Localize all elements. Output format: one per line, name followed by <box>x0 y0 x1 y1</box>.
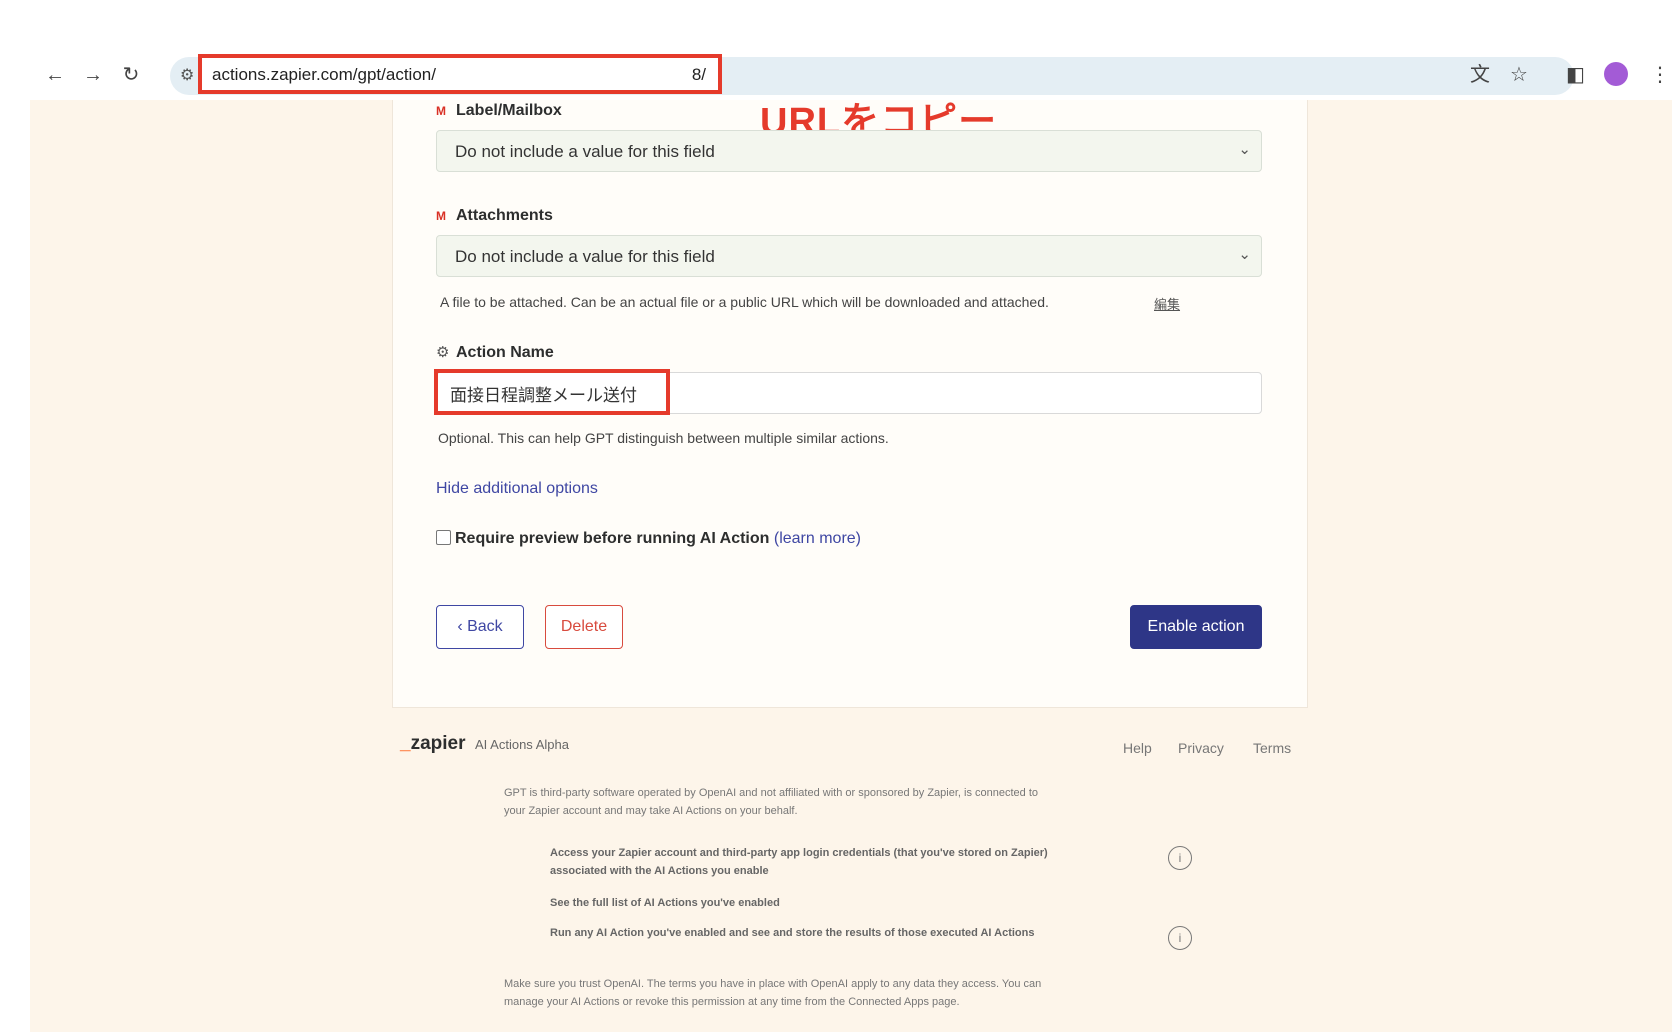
info-icon[interactable]: i <box>1168 926 1192 950</box>
reload-icon[interactable]: ↻ <box>118 62 144 88</box>
more-menu-icon[interactable]: ⋮ <box>1650 62 1670 88</box>
info-icon[interactable]: i <box>1168 846 1192 870</box>
permission-access-line-2: associated with the AI Actions you enabl… <box>550 865 769 877</box>
hide-additional-options-link[interactable]: Hide additional options <box>436 480 598 498</box>
ai-actions-tagline: AI Actions Alpha <box>475 737 569 752</box>
require-preview-row: Require preview before running AI Action… <box>436 530 861 548</box>
attachments-value: Do not include a value for this field <box>455 247 715 266</box>
url-tail-text: 8/ <box>691 65 706 84</box>
gear-icon: ⚙ <box>436 344 450 361</box>
label-mailbox-label: M Label/Mailbox <box>436 102 562 120</box>
help-link[interactable]: Help <box>1123 740 1152 756</box>
action-name-help: Optional. This can help GPT distinguish … <box>438 430 889 446</box>
back-arrow-icon[interactable]: ← <box>42 62 68 88</box>
permission-access-line-1: Access your Zapier account and third-par… <box>550 847 1048 859</box>
bookmark-star-icon[interactable]: ☆ <box>1510 62 1528 88</box>
terms-link[interactable]: Terms <box>1253 740 1291 756</box>
profile-avatar[interactable] <box>1604 62 1628 86</box>
attachments-label-text: Attachments <box>456 207 553 224</box>
site-info-icon[interactable]: ⚙ <box>180 65 194 85</box>
require-preview-label: Require preview before running AI Action <box>455 530 770 547</box>
chevron-down-icon: ⌄ <box>1238 141 1251 158</box>
side-panel-icon[interactable]: ◧ <box>1566 62 1585 88</box>
label-mailbox-value: Do not include a value for this field <box>455 142 715 161</box>
action-name-value: 面接日程調整メール送付 <box>450 386 637 405</box>
attachments-edit-link[interactable]: 編集 <box>1154 294 1180 313</box>
forward-arrow-icon[interactable]: → <box>80 62 106 88</box>
learn-more-link[interactable]: (learn more) <box>774 530 861 547</box>
attachments-help: A file to be attached. Can be an actual … <box>440 294 1049 310</box>
attachments-label: M Attachments <box>436 207 553 225</box>
privacy-link[interactable]: Privacy <box>1178 740 1224 756</box>
translate-icon[interactable]: 文 <box>1470 62 1490 88</box>
gmail-icon: M <box>436 209 446 223</box>
trust-line-2: manage your AI Actions or revoke this pe… <box>504 996 960 1008</box>
trust-line-1: Make sure you trust OpenAI. The terms yo… <box>504 978 1042 990</box>
action-name-label: ⚙ Action Name <box>436 343 554 362</box>
zapier-logo-text: zapier <box>410 733 466 754</box>
permission-list: See the full list of AI Actions you've e… <box>550 897 780 909</box>
footer-intro-line-2: your Zapier account and may take AI Acti… <box>504 805 798 817</box>
url-text: actions.zapier.com/gpt/action/ <box>212 65 436 84</box>
enable-action-button[interactable]: Enable action <box>1130 605 1262 649</box>
permission-run: Run any AI Action you've enabled and see… <box>550 927 1035 939</box>
url-highlight-box[interactable]: actions.zapier.com/gpt/action/ 8/ <box>198 54 722 94</box>
back-button[interactable]: ‹ Back <box>436 605 524 649</box>
require-preview-checkbox[interactable] <box>436 530 451 545</box>
delete-button[interactable]: Delete <box>545 605 623 649</box>
gmail-icon: M <box>436 104 446 118</box>
footer-intro-line-1: GPT is third-party software operated by … <box>504 787 1038 799</box>
attachments-select[interactable]: Do not include a value for this field ⌄ <box>436 235 1262 277</box>
label-mailbox-label-text: Label/Mailbox <box>456 102 562 119</box>
chevron-down-icon: ⌄ <box>1238 246 1251 263</box>
label-mailbox-select[interactable]: Do not include a value for this field ⌄ <box>436 130 1262 172</box>
zapier-logo[interactable]: _zapier <box>400 733 466 755</box>
page: ← → ↻ ⚙ 文 ☆ ◧ ⋮ actions.zapier.com/gpt/a… <box>0 0 1672 1032</box>
action-name-label-text: Action Name <box>456 344 554 361</box>
